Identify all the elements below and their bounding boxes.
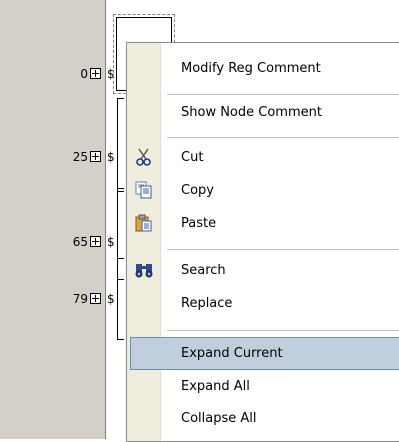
menu-separator <box>167 330 399 331</box>
copy-icon <box>135 181 152 199</box>
menu-item-collapse-all[interactable]: Collapse All <box>127 402 399 435</box>
menu-item-label: Show Node Comment <box>181 105 322 120</box>
expand-toggle-icon[interactable] <box>90 68 101 79</box>
paste-icon <box>135 214 152 232</box>
menu-item-label: Collapse All <box>181 411 257 426</box>
menu-item-label: Expand All <box>181 379 250 394</box>
menu-item-replace[interactable]: Replace <box>127 287 399 320</box>
row-number: 79 <box>72 292 88 306</box>
node-bracket <box>117 98 124 192</box>
menu-item-label: Cut <box>181 150 204 165</box>
menu-item-expand-current[interactable]: Expand Current <box>130 337 399 370</box>
node-dollar: $ <box>107 292 115 306</box>
menu-item-label: Modify Reg Comment <box>181 61 321 76</box>
row-number: 65 <box>72 235 88 249</box>
menu-item-copy[interactable]: Copy <box>127 174 399 207</box>
node-bracket <box>117 258 124 340</box>
menu-separator <box>167 137 399 138</box>
row-number: 25 <box>72 150 88 164</box>
expand-toggle-icon[interactable] <box>90 151 101 162</box>
node-dollar: $ <box>107 150 115 164</box>
menu-separator <box>167 249 399 250</box>
menu-item-paste[interactable]: Paste <box>127 207 399 240</box>
expand-toggle-icon[interactable] <box>90 236 101 247</box>
menu-item-label: Expand Current <box>181 346 283 361</box>
line-gutter <box>0 0 105 439</box>
menu-item-search[interactable]: Search <box>127 254 399 287</box>
scissors-icon <box>136 148 151 166</box>
menu-separator <box>167 94 399 95</box>
menu-item-label: Search <box>181 263 226 278</box>
menu-item-modify-reg-comment[interactable]: Modify Reg Comment <box>127 52 399 85</box>
binoculars-icon <box>135 264 153 278</box>
menu-item-expand-all[interactable]: Expand All <box>127 370 399 403</box>
node-dollar: $ <box>107 235 115 249</box>
menu-item-cut[interactable]: Cut <box>127 141 399 174</box>
menu-item-label: Paste <box>181 216 217 231</box>
expand-toggle-icon[interactable] <box>90 293 101 304</box>
context-menu: Modify Reg Comment Show Node Comment Cut… <box>126 42 399 442</box>
menu-item-label: Replace <box>181 296 233 311</box>
menu-item-label: Copy <box>181 183 214 198</box>
row-number: 0 <box>80 67 88 81</box>
menu-item-show-node-comment[interactable]: Show Node Comment <box>127 96 399 129</box>
